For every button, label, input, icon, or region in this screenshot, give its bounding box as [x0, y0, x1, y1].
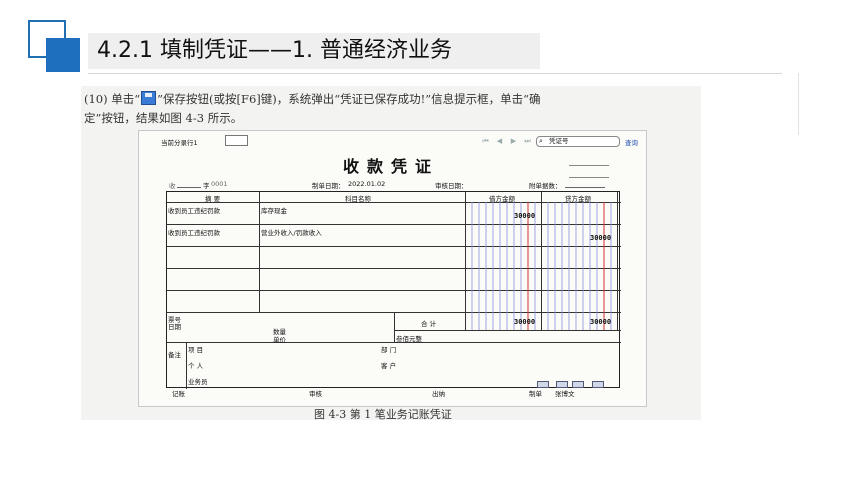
voucher-number: 0001: [211, 180, 228, 188]
individual-label: 个 人: [188, 362, 204, 370]
date-value: 2022.01.02: [348, 180, 386, 188]
preparer-label: 制单: [529, 390, 542, 398]
paragraph-text: ”保存按钮(或按[F6]键)，系统弹出“凭证已保存成功!”信息提示框，单击“确: [157, 92, 541, 106]
first-record-icon[interactable]: ⏮: [481, 137, 490, 146]
total-credit: 30000: [590, 318, 612, 326]
slide-title: 4.2.1 填制凭证——1. 普通经济业务: [97, 38, 452, 63]
cash-flow-icon[interactable]: [556, 381, 568, 388]
search-icon: ⌕: [539, 137, 543, 145]
summary-header: 摘 要: [205, 195, 221, 203]
cashier-label: 出纳: [432, 390, 445, 398]
next-record-icon[interactable]: ▶: [509, 137, 518, 146]
voucher-type: 收: [169, 182, 176, 190]
table-rule: [394, 312, 395, 342]
total-debit: 30000: [514, 318, 536, 326]
figure-caption: 图 4-3 第 1 笔业务记账凭证: [314, 408, 452, 421]
table-rule: [167, 342, 621, 343]
table-rule: [259, 192, 260, 312]
date-field-label: 日期: [168, 323, 181, 331]
balance-icon[interactable]: [572, 381, 584, 388]
bookkeeping-label: 记账: [172, 390, 185, 398]
attachments-label: 附单据数：: [529, 182, 562, 190]
table-rule: [617, 192, 618, 330]
salesperson-label: 业务员: [188, 378, 208, 386]
row-2-summary[interactable]: 收到员工违纪罚款: [168, 227, 220, 237]
table-rule: [394, 330, 621, 331]
date-label: 制单日期：: [312, 182, 345, 190]
total-label: 合 计: [421, 320, 437, 328]
table-rule: [186, 342, 187, 389]
attachment-icon[interactable]: [537, 381, 549, 388]
voucher-title: 收款凭证: [343, 157, 440, 176]
audit-label: 审核: [309, 390, 322, 398]
save-icon: [141, 91, 157, 105]
department-label: 部 门: [381, 346, 397, 354]
paragraph-line-1: (10) 单击“ ”保存按钮(或按[F6]键)，系统弹出“凭证已保存成功!”信息提…: [84, 91, 724, 107]
paragraph-text: (10) 单击“: [84, 92, 141, 106]
row-1-account[interactable]: 库存现金: [261, 205, 287, 215]
preparer-name: 张博文: [555, 390, 575, 398]
debit-header: 借方金额: [489, 195, 515, 203]
title-divider: [88, 73, 782, 74]
row-1-summary[interactable]: 收到员工违纪罚款: [168, 205, 220, 215]
ledger-icon[interactable]: [592, 381, 604, 388]
remarks-label: 备注: [168, 351, 181, 359]
search-placeholder: 凭证号: [549, 137, 569, 145]
row-2-credit[interactable]: 30000: [590, 234, 611, 242]
type-underline: [177, 187, 201, 188]
row-1-debit[interactable]: 30000: [514, 212, 535, 220]
number-label: 字: [203, 182, 210, 190]
row-2-account[interactable]: 营业外收入/罚款收入: [261, 227, 322, 237]
query-button[interactable]: 查询: [625, 137, 638, 147]
credit-header: 贷方金额: [565, 195, 591, 203]
project-label: 项 目: [188, 346, 204, 354]
attachments-underline: [565, 187, 605, 188]
unit-price-label: 单价: [273, 336, 286, 344]
ledger-ruling: [471, 202, 612, 330]
decorative-square-filled: [46, 38, 80, 72]
last-record-icon[interactable]: ⏭: [523, 137, 532, 146]
voucher-search-input[interactable]: ⌕ 凭证号: [536, 136, 620, 147]
audit-date-label: 审核日期：: [435, 182, 468, 190]
customer-label: 客 户: [381, 362, 397, 370]
current-entry-label: 当前分录行1: [161, 139, 198, 147]
decorative-line: [569, 177, 609, 178]
voucher-screenshot: 当前分录行1 ⏮ ◀ ▶ ⏭ ⌕ 凭证号 查询 收款凭证 收 字 0001 制单…: [138, 130, 647, 407]
side-divider: [798, 73, 799, 135]
paragraph-line-2: 定”按钮，结果如图 4-3 所示。: [84, 111, 243, 125]
total-in-words: 叁佰元整: [396, 335, 422, 343]
decorative-line: [569, 165, 609, 166]
current-entry-field[interactable]: [225, 135, 248, 146]
prev-record-icon[interactable]: ◀: [495, 137, 504, 146]
account-header: 科目名称: [345, 195, 371, 203]
voucher-table: 摘 要 科目名称 借方金额 贷方金额 收到员工违纪罚款 库存现金 30000 收…: [166, 191, 621, 389]
